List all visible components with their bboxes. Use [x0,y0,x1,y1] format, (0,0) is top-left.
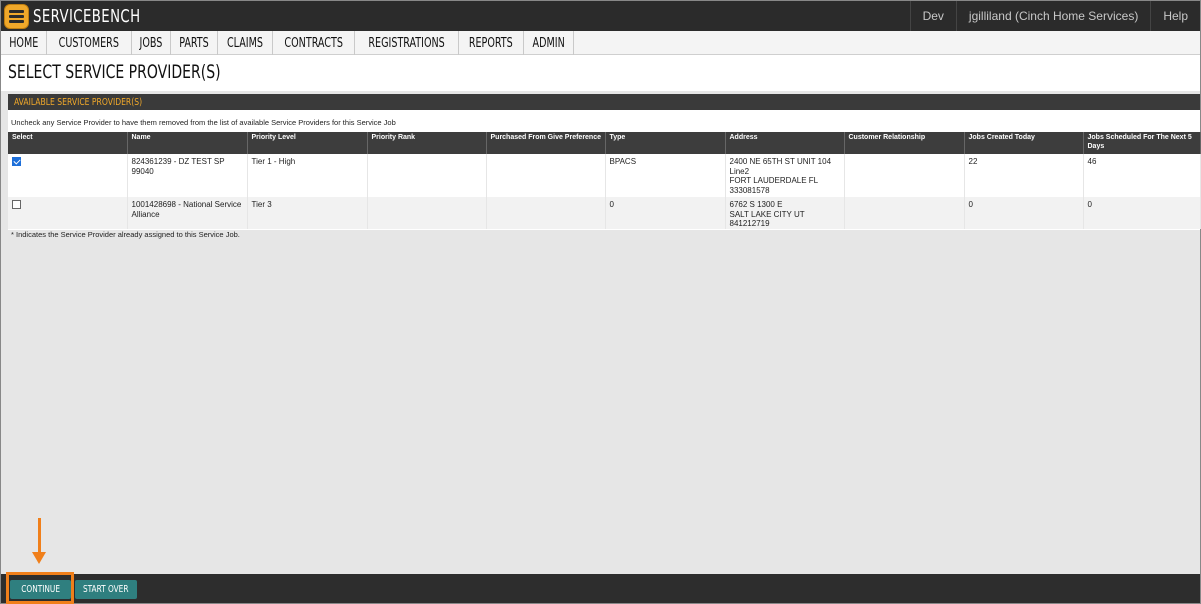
col-select: Select [8,132,128,154]
annotation-arrow-shaft [38,518,41,553]
panel-header: AVAILABLE SERVICE PROVIDER(S) [8,94,1200,110]
customer-relationship [844,154,965,197]
col-type: Type [605,132,726,154]
purchased-from [486,197,606,229]
col-priority-level: Priority Level [247,132,368,154]
start-over-button[interactable]: START OVER [75,580,137,599]
table-row: 1001428698 - National Service Alliance T… [8,197,1201,229]
nav-reports[interactable]: REPORTS [459,31,524,55]
brand-logo[interactable]: SERVICEBENCH [1,1,164,31]
priority-level: Tier 3 [247,197,368,229]
nav-customers[interactable]: CUSTOMERS [47,31,133,55]
nav-home[interactable]: HOME [1,31,48,55]
address-line: 6762 S 1300 E [729,200,783,209]
nav-claims[interactable]: CLAIMS [218,31,273,55]
nav-contracts[interactable]: CONTRACTS [273,31,356,55]
page-header: SELECT SERVICE PROVIDER(S) [1,55,1200,91]
user-menu[interactable]: jgilliland (Cinch Home Services) [955,1,1150,31]
address-line: 2400 NE 65TH ST UNIT 104 [729,157,832,166]
customer-relationship [844,197,965,229]
help-link[interactable]: Help [1150,1,1200,31]
provider-name: 1001428698 - National Service Alliance [127,197,248,229]
table-header-row: Select Name Priority Level Priority Rank… [8,132,1201,154]
annotation-highlight-box [6,572,74,604]
nav-registrations[interactable]: REGISTRATIONS [355,31,460,55]
select-cell [8,154,128,197]
nav-jobs[interactable]: JOBS [132,31,171,55]
col-jobs-today: Jobs Created Today [964,132,1084,154]
select-checkbox[interactable] [12,157,21,166]
providers-table: Select Name Priority Level Priority Rank… [8,132,1201,229]
instruction-text: Uncheck any Service Provider to have the… [11,118,396,127]
top-right-menu: Dev jgilliland (Cinch Home Services) Hel… [909,1,1200,31]
col-purchased-from: Purchased From Give Preference [486,132,606,154]
purchased-from [486,154,606,197]
address-line: FORT LAUDERDALE FL [729,176,819,185]
nav-parts[interactable]: PARTS [171,31,218,55]
col-jobs-next5: Jobs Scheduled For The Next 5 Days [1083,132,1201,154]
page-title: SELECT SERVICE PROVIDER(S) [8,61,221,83]
address-line: 333081578 [729,185,770,195]
jobs-next5: 46 [1083,154,1201,197]
address-line: Line2 [729,166,750,176]
brand-name: SERVICEBENCH [33,5,141,27]
priority-rank [367,197,487,229]
jobs-next5: 0 [1083,197,1201,229]
jobs-today: 0 [964,197,1084,229]
environment-label[interactable]: Dev [909,1,956,31]
provider-address: 2400 NE 65TH ST UNIT 104 Line2 FORT LAUD… [725,154,845,197]
priority-rank [367,154,487,197]
table-row: 824361239 - DZ TEST SP 99040 Tier 1 - Hi… [8,154,1201,197]
top-bar: SERVICEBENCH Dev jgilliland (Cinch Home … [1,1,1200,31]
address-line: SALT LAKE CITY UT 841212719 [729,209,805,229]
footnote: * Indicates the Service Provider already… [11,229,240,239]
provider-type: BPACS [605,154,726,197]
provider-type: 0 [605,197,726,229]
col-priority-rank: Priority Rank [367,132,487,154]
col-customer-relationship: Customer Relationship [844,132,965,154]
priority-level: Tier 1 - High [247,154,368,197]
provider-name: 824361239 - DZ TEST SP 99040 [127,154,248,197]
col-address: Address [725,132,845,154]
select-checkbox[interactable] [12,200,21,209]
available-providers-panel: AVAILABLE SERVICE PROVIDER(S) Uncheck an… [8,94,1201,239]
select-cell [8,197,128,229]
servicebench-logo-icon [4,3,29,29]
annotation-arrow-icon [32,552,46,564]
jobs-today: 22 [964,154,1084,197]
main-nav: HOME CUSTOMERS JOBS PARTS CLAIMS CONTRAC… [1,31,1200,55]
provider-address: 6762 S 1300 E SALT LAKE CITY UT 84121271… [725,197,845,229]
col-name: Name [127,132,248,154]
nav-admin[interactable]: ADMIN [524,31,575,55]
bottom-action-bar: CONTINUE START OVER [1,574,1200,603]
